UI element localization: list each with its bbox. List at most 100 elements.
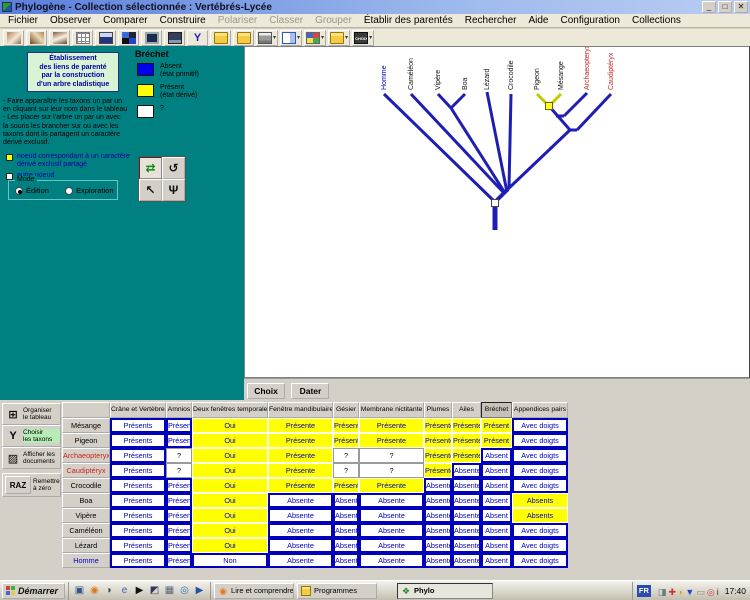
column-header-1[interactable]: Crâne et Vertèbres — [110, 402, 166, 418]
table-cell[interactable]: Présente — [359, 418, 424, 433]
table-cell[interactable]: Absentes — [452, 508, 481, 523]
table-cell[interactable]: Présents — [110, 553, 166, 568]
table-cell[interactable]: Absentes — [424, 553, 452, 568]
table-cell[interactable]: Oui — [192, 538, 268, 553]
quicktime-icon[interactable]: ◎ — [178, 584, 191, 597]
menu-aide[interactable]: Aide — [522, 15, 554, 26]
table-cell[interactable]: ? — [166, 448, 192, 463]
toolbar-arbre-parente-button[interactable]: Y — [187, 30, 208, 46]
table-cell[interactable]: Présents — [110, 538, 166, 553]
cladogram-canvas[interactable]: HommeCaméléonVipèreBoaLézardCrocodilePig… — [244, 46, 750, 378]
taxon-row-label[interactable]: Caméléon — [62, 523, 110, 538]
table-cell[interactable]: Absent — [481, 463, 512, 478]
column-header-5[interactable]: Gésier — [333, 402, 359, 418]
toolbar-comparer-photo-button[interactable] — [49, 30, 70, 46]
table-cell[interactable]: Absents — [512, 508, 568, 523]
grid-app-icon[interactable]: ▦ — [163, 584, 176, 597]
mode-radio-exploration[interactable]: Exploration — [65, 186, 114, 195]
maximize-button[interactable]: □ — [718, 1, 732, 13]
table-cell[interactable]: Absent — [481, 448, 512, 463]
table-cell[interactable]: ? — [333, 463, 359, 478]
start-button[interactable]: Démarrer — [2, 583, 65, 599]
media-player-icon[interactable]: ▶ — [193, 584, 206, 597]
toolbar-imprimer-button[interactable]: ▾ — [256, 30, 278, 46]
table-cell[interactable]: Présente — [359, 478, 424, 493]
table-cell[interactable]: Présentes — [424, 433, 452, 448]
taxon-row-label[interactable]: Boa — [62, 493, 110, 508]
table-cell[interactable]: Présent — [166, 478, 192, 493]
table-cell[interactable]: Présents — [110, 433, 166, 448]
table-cell[interactable]: Présent — [166, 508, 192, 523]
column-header-3[interactable]: Deux fenêtres temporales — [192, 402, 268, 418]
table-cell[interactable]: Présents — [110, 478, 166, 493]
taxon-row-label[interactable]: Pigeon — [62, 433, 110, 448]
tray-window-icon[interactable]: ▭ — [696, 587, 705, 597]
firefox-icon[interactable]: ◉ — [88, 584, 101, 597]
shared-character-node[interactable] — [546, 103, 553, 110]
menu-collections[interactable]: Collections — [626, 15, 687, 26]
table-cell[interactable]: Absentes — [424, 523, 452, 538]
table-cell[interactable]: Oui — [192, 448, 268, 463]
table-cell[interactable]: Absentes — [424, 508, 452, 523]
tray-antivirus-icon[interactable]: ✚ — [668, 587, 676, 597]
task-button-programmes[interactable]: Programmes — [297, 583, 377, 599]
tab-dater[interactable]: Dater — [291, 383, 329, 399]
table-cell[interactable]: Absente — [268, 493, 333, 508]
taxon-row-label[interactable]: Caudiptéryx — [62, 463, 110, 478]
menu-construire[interactable]: Construire — [154, 15, 212, 26]
table-cell[interactable]: Absent — [481, 538, 512, 553]
table-cell[interactable]: Avec doigts — [512, 463, 568, 478]
taxon-label-archaeopteryx[interactable]: Archaeopteryx — [584, 47, 591, 90]
table-cell[interactable]: Absente — [268, 538, 333, 553]
menu-etablir-parentes[interactable]: Établir des parentés — [358, 15, 459, 26]
tree-branch[interactable] — [509, 94, 511, 188]
taxon-label-caudiptéryx[interactable]: Caudiptéryx — [608, 52, 615, 90]
table-cell[interactable]: Absente — [268, 553, 333, 568]
table-cell[interactable]: Absent — [333, 553, 359, 568]
organiser-tableau-button[interactable]: ⊞ Organiser le tableau — [2, 403, 61, 425]
table-cell[interactable]: Absente — [359, 493, 424, 508]
table-cell[interactable]: Présent — [166, 433, 192, 448]
table-cell[interactable]: Avec doigts — [512, 478, 568, 493]
table-cell[interactable]: Présents — [110, 463, 166, 478]
tree-branch[interactable] — [438, 94, 451, 108]
table-cell[interactable]: Absent — [333, 508, 359, 523]
tree-branch[interactable] — [451, 94, 465, 108]
raz-button[interactable]: RAZ — [5, 476, 31, 494]
taxon-row-label[interactable]: Vipère — [62, 508, 110, 523]
table-cell[interactable]: ? — [333, 448, 359, 463]
table-cell[interactable]: Présentes — [452, 433, 481, 448]
table-cell[interactable]: Avec doigts — [512, 448, 568, 463]
taxon-label-vipère[interactable]: Vipère — [435, 70, 442, 90]
afficher-documents-button[interactable]: ▨ Afficher les documents — [2, 447, 61, 469]
swap-branches-tool[interactable]: ⇄ — [139, 157, 162, 179]
table-cell[interactable]: Présente — [268, 418, 333, 433]
toolbar-specimens-photo-button[interactable] — [3, 30, 24, 46]
toolbar-fenetres-button[interactable]: ▾ — [280, 30, 302, 46]
table-cell[interactable]: Non — [192, 553, 268, 568]
table-cell[interactable]: Absent — [481, 478, 512, 493]
menu-fichier[interactable]: Fichier — [2, 15, 44, 26]
column-header-7[interactable]: Plumes — [424, 402, 452, 418]
taxon-row-label[interactable]: Archaeopteryx — [62, 448, 110, 463]
table-cell[interactable]: Présent — [481, 418, 512, 433]
menu-comparer[interactable]: Comparer — [97, 15, 153, 26]
table-cell[interactable]: Présents — [110, 508, 166, 523]
column-header-6[interactable]: Membrane nictitante — [359, 402, 424, 418]
table-cell[interactable]: Présents — [110, 418, 166, 433]
column-header-8[interactable]: Ailes — [452, 402, 481, 418]
toolbar-tableau-grid-button[interactable] — [72, 30, 93, 46]
table-cell[interactable]: Absente — [359, 538, 424, 553]
table-cell[interactable]: Absents — [512, 493, 568, 508]
root-node[interactable] — [492, 200, 499, 207]
column-header-2[interactable]: Amnios — [166, 402, 192, 418]
table-cell[interactable]: Absente — [359, 523, 424, 538]
language-indicator[interactable]: FR — [637, 585, 651, 597]
table-cell[interactable]: Absente — [268, 508, 333, 523]
column-header-9[interactable]: Bréchet — [481, 402, 512, 418]
taxon-row-label[interactable]: Lézard — [62, 538, 110, 553]
table-cell[interactable]: Présent — [481, 433, 512, 448]
taxon-label-boa[interactable]: Boa — [462, 77, 469, 90]
table-cell[interactable]: Présents — [110, 523, 166, 538]
tab-choix[interactable]: Choix — [247, 383, 285, 399]
